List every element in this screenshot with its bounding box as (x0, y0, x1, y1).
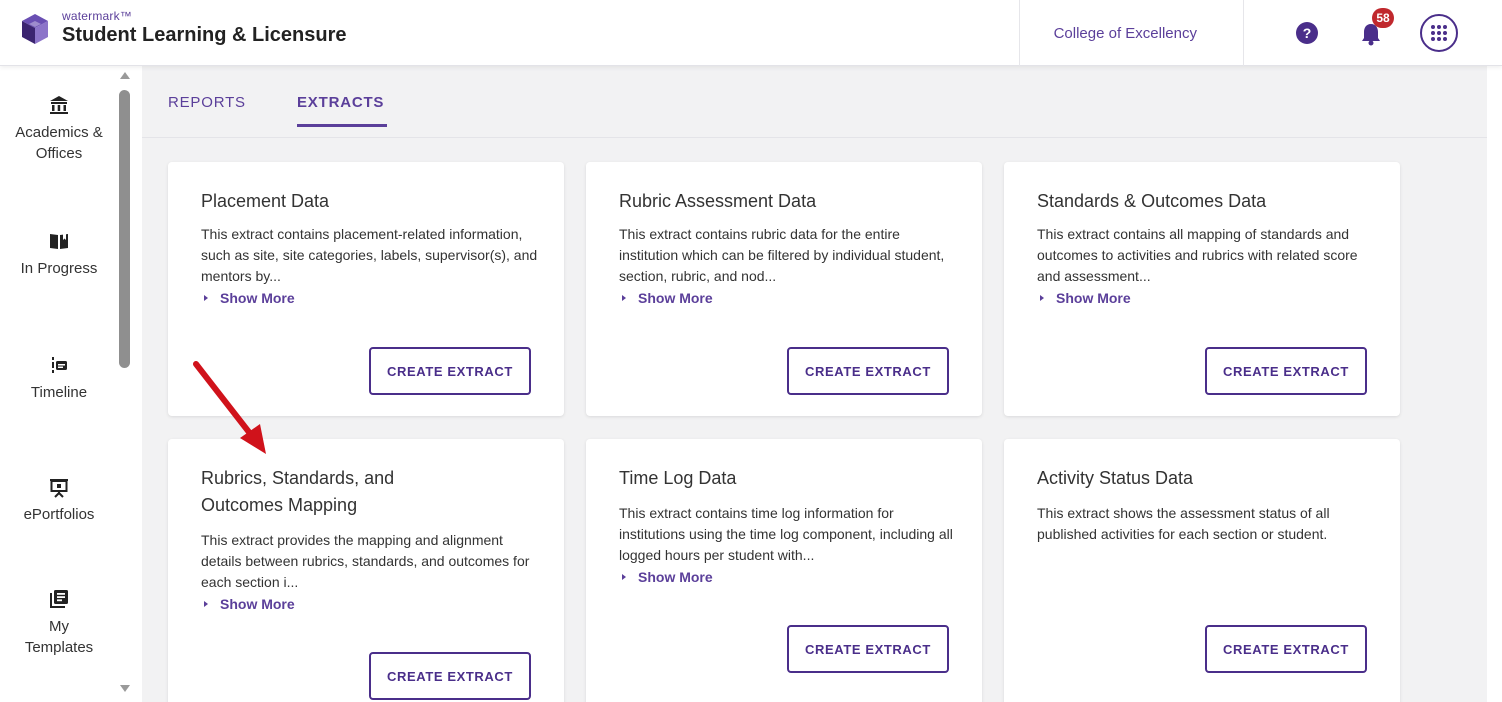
show-more-label: Show More (638, 290, 713, 306)
help-icon[interactable]: ? (1296, 22, 1318, 44)
card-description: This extract shows the assessment status… (1037, 505, 1330, 542)
nav-item-eportfolios[interactable]: ePortfolios (0, 476, 118, 525)
card-description: This extract contains time log informati… (619, 505, 953, 563)
institution-switcher[interactable]: College of Excellency (1018, 0, 1244, 66)
extract-card-rubric-assessment-data: Rubric Assessment Data This extract cont… (586, 162, 982, 416)
extract-card-rubrics-standards-outcomes-mapping: Rubrics, Standards, and Outcomes Mapping… (168, 439, 564, 702)
tab-bar: REPORTS EXTRACTS (142, 66, 1487, 138)
show-more-label: Show More (1056, 290, 1131, 306)
card-description: This extract contains all mapping of sta… (1037, 226, 1358, 284)
card-title: Activity Status Data (1037, 468, 1194, 488)
scroll-up-icon[interactable] (120, 72, 130, 79)
timeline-icon (52, 357, 67, 373)
tab-extracts[interactable]: EXTRACTS (297, 94, 384, 111)
left-navigation: Academics & Offices In Progress Timeline (0, 66, 134, 702)
create-extract-button[interactable]: CREATE EXTRACT (1205, 625, 1367, 673)
extract-card-standards-outcomes-data: Standards & Outcomes Data This extract c… (1004, 162, 1400, 416)
app-title: Student Learning & Licensure (62, 24, 347, 46)
nav-item-in-progress[interactable]: In Progress (0, 230, 118, 279)
show-more-label: Show More (220, 596, 295, 612)
nav-label: In Progress (20, 260, 98, 277)
tab-reports[interactable]: REPORTS (168, 94, 246, 111)
show-more-link[interactable]: Show More (1040, 290, 1131, 306)
apps-menu-button[interactable] (1420, 14, 1458, 52)
card-description: This extract contains rubric data for th… (619, 226, 945, 284)
institution-icon (50, 96, 68, 114)
brand-name: watermark™ (62, 9, 133, 23)
create-extract-button[interactable]: CREATE EXTRACT (787, 625, 949, 673)
grid-apps-icon (1431, 25, 1447, 41)
card-title: Rubrics, Standards, and Outcomes Mapping (201, 468, 395, 515)
show-more-link[interactable]: Show More (622, 290, 713, 306)
card-title: Standards & Outcomes Data (1037, 191, 1267, 211)
nav-item-timeline[interactable]: Timeline (0, 354, 118, 403)
card-title: Rubric Assessment Data (619, 191, 817, 211)
notification-count-badge: 58 (1372, 8, 1394, 28)
card-description: This extract provides the mapping and al… (201, 532, 530, 590)
scroll-down-icon[interactable] (120, 685, 130, 692)
main-content: REPORTS EXTRACTS Placement Data This ext… (134, 66, 1502, 702)
nav-item-my-templates[interactable]: My Templates (0, 588, 118, 658)
caret-right-icon (204, 601, 208, 607)
presentation-icon (50, 479, 68, 498)
nav-label: Timeline (30, 384, 88, 401)
watermark-logo-icon (22, 14, 48, 44)
show-more-link[interactable]: Show More (204, 596, 295, 612)
nav-item-academics-offices[interactable]: Academics & Offices (0, 94, 118, 164)
show-more-label: Show More (220, 290, 295, 306)
caret-right-icon (1040, 295, 1044, 301)
create-extract-button[interactable]: CREATE EXTRACT (369, 347, 531, 395)
extract-card-activity-status-data: Activity Status Data This extract shows … (1004, 439, 1400, 702)
create-extract-button[interactable]: CREATE EXTRACT (369, 652, 531, 700)
brand[interactable]: watermark™ Student Learning & Licensure (18, 10, 346, 48)
caret-right-icon (622, 295, 626, 301)
open-book-icon (50, 234, 68, 249)
show-more-label: Show More (638, 569, 713, 585)
sidebar-scrollbar[interactable] (118, 66, 132, 702)
scrollbar-thumb[interactable] (119, 90, 130, 368)
extracts-panel: REPORTS EXTRACTS Placement Data This ext… (142, 66, 1487, 702)
extract-card-time-log-data: Time Log Data This extract contains time… (586, 439, 982, 702)
caret-right-icon (204, 295, 208, 301)
show-more-link[interactable]: Show More (622, 569, 713, 585)
nav-label: My Templates (24, 618, 94, 656)
nav-label: Academics & Offices (15, 124, 103, 162)
nav-label: ePortfolios (23, 506, 95, 523)
create-extract-button[interactable]: CREATE EXTRACT (1205, 347, 1367, 395)
card-description: This extract contains placement-related … (201, 226, 538, 284)
notifications-button[interactable]: 58 (1360, 8, 1394, 46)
templates-icon (50, 590, 68, 608)
card-title: Placement Data (201, 191, 330, 211)
caret-right-icon (622, 574, 626, 580)
active-tab-indicator (297, 124, 387, 127)
top-bar: watermark™ Student Learning & Licensure … (0, 0, 1502, 66)
create-extract-button[interactable]: CREATE EXTRACT (787, 347, 949, 395)
card-title: Time Log Data (619, 468, 737, 488)
show-more-link[interactable]: Show More (204, 290, 295, 306)
annotation-arrow-icon (193, 361, 266, 454)
